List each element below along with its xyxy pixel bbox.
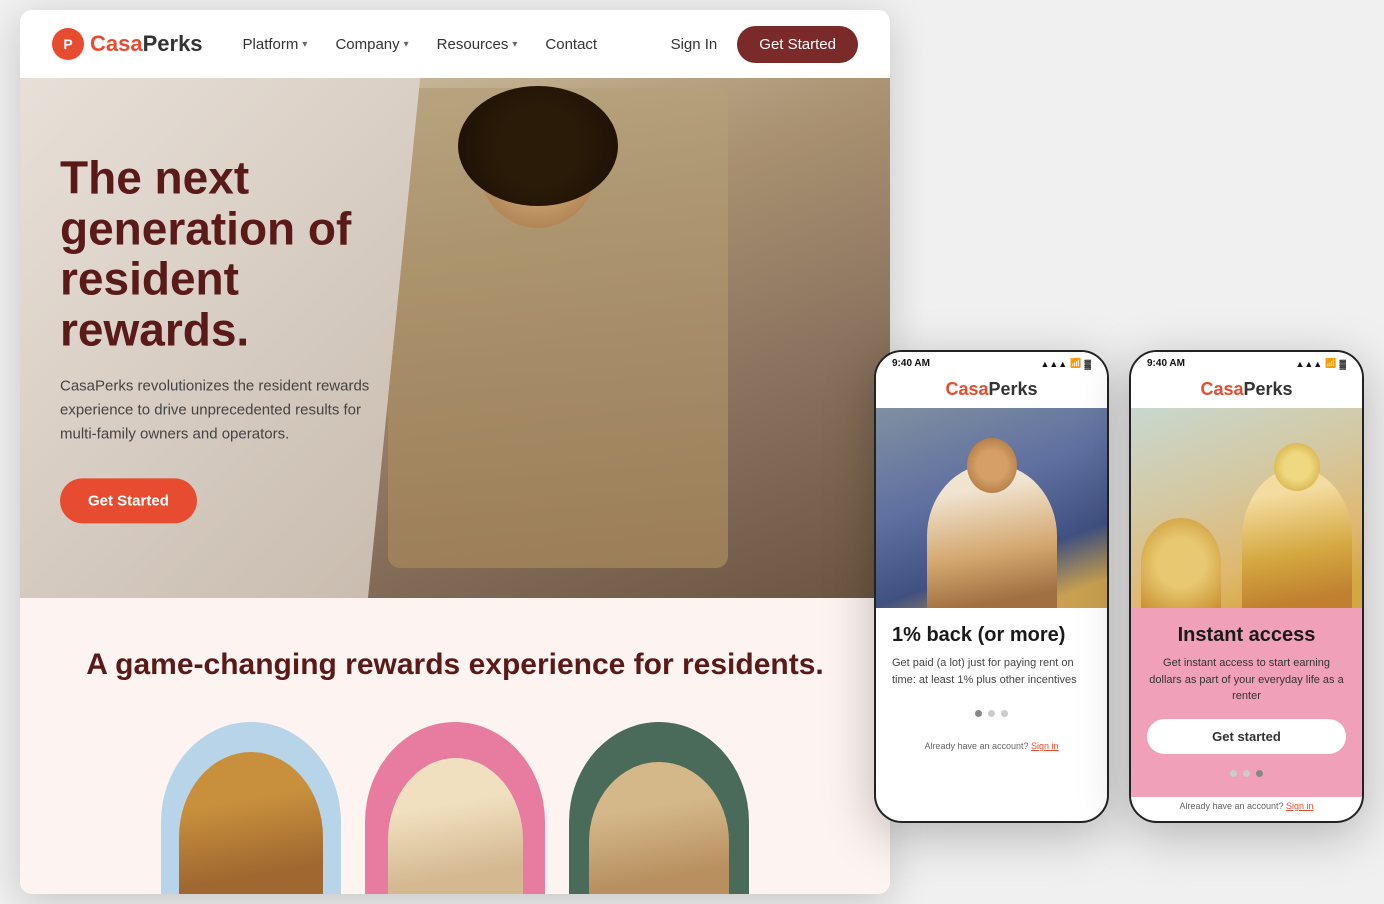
get-started-nav-button[interactable]: Get Started	[737, 26, 858, 63]
logo-text: CasaPerks	[90, 31, 203, 57]
chevron-down-icon: ▾	[404, 39, 409, 50]
hero-title: The next generation of resident rewards.	[60, 152, 440, 354]
wifi-icon: 📶	[1070, 358, 1081, 369]
chevron-down-icon: ▾	[512, 39, 517, 50]
phone-2-status-icons: ▲▲▲ 📶 ▓	[1295, 358, 1346, 369]
website-mockup: P CasaPerks Platform ▾ Company ▾ Resourc…	[20, 10, 890, 894]
signal-icon: ▲▲▲	[1040, 359, 1067, 369]
phone-1-content: 1% back (or more) Get paid (a lot) just …	[876, 608, 1107, 737]
get-started-hero-button[interactable]: Get Started	[60, 479, 197, 524]
hero-description: CasaPerks revolutionizes the resident re…	[60, 375, 380, 447]
phone-2-instant-desc: Get instant access to start earning doll…	[1147, 655, 1346, 705]
rewards-section: A game-changing rewards experience for r…	[20, 598, 890, 894]
phone-2-time: 9:40 AM	[1147, 358, 1185, 369]
phone-2-footer: Already have an account? Sign in	[1131, 797, 1362, 821]
phone-1-logo-bar: CasaPerks	[876, 373, 1107, 408]
rewards-title: A game-changing rewards experience for r…	[60, 648, 850, 682]
person-shape	[179, 752, 323, 894]
phone-2-sign-in-link[interactable]: Sign in	[1286, 801, 1314, 811]
phone-2-status-bar: 9:40 AM ▲▲▲ 📶 ▓	[1131, 352, 1362, 373]
phone-2-logo: CasaPerks	[1200, 379, 1292, 400]
signal-icon: ▲▲▲	[1295, 359, 1322, 369]
nav-company[interactable]: Company ▾	[335, 36, 408, 53]
hero-image	[368, 78, 890, 598]
phone-2-get-started-button[interactable]: Get started	[1147, 719, 1346, 754]
person-shape	[388, 758, 523, 894]
chevron-down-icon: ▾	[302, 39, 307, 50]
battery-icon: ▓	[1339, 359, 1346, 369]
phone-2-instant-section: Instant access Get instant access to sta…	[1131, 608, 1362, 797]
logo[interactable]: P CasaPerks	[52, 28, 203, 60]
person-silhouette-2	[365, 722, 545, 894]
phone-1-cashback-desc: Get paid (a lot) just for paying rent on…	[892, 655, 1091, 688]
phone-2-logo-bar: CasaPerks	[1131, 373, 1362, 408]
phone-mockup-1: 9:40 AM ▲▲▲ 📶 ▓ CasaPerks 1% back (or mo…	[874, 350, 1109, 823]
nav-actions: Sign In Get Started	[671, 26, 858, 63]
phone-2-dots	[1147, 762, 1346, 781]
dot-1	[975, 710, 982, 717]
nav-platform[interactable]: Platform ▾	[243, 36, 308, 53]
resident-card-2	[365, 722, 545, 894]
phone-1-logo: CasaPerks	[945, 379, 1037, 400]
resident-card-1	[161, 722, 341, 894]
dot-1	[1230, 770, 1237, 777]
phone-1-dots	[892, 702, 1091, 721]
phone-1-time: 9:40 AM	[892, 358, 930, 369]
nav-links: Platform ▾ Company ▾ Resources ▾ Contact	[243, 36, 671, 53]
dot-2	[1243, 770, 1250, 777]
resident-card-3	[569, 722, 749, 894]
phones-container: 9:40 AM ▲▲▲ 📶 ▓ CasaPerks 1% back (or mo…	[874, 350, 1364, 823]
person-shape	[589, 762, 729, 894]
battery-icon: ▓	[1084, 359, 1091, 369]
dot-3	[1001, 710, 1008, 717]
hero-content: The next generation of resident rewards.…	[60, 152, 440, 523]
phone-mockup-2: 9:40 AM ▲▲▲ 📶 ▓ CasaPerks Instant access	[1129, 350, 1364, 823]
sign-in-link[interactable]: Sign In	[671, 36, 718, 53]
person-silhouette-3	[569, 722, 749, 894]
nav-contact[interactable]: Contact	[545, 36, 597, 53]
phone-2-hero-image	[1131, 408, 1362, 608]
logo-icon: P	[52, 28, 84, 60]
dot-2	[988, 710, 995, 717]
phone-1-sign-in-link[interactable]: Sign in	[1031, 741, 1059, 751]
phone-1-status-icons: ▲▲▲ 📶 ▓	[1040, 358, 1091, 369]
resident-cards	[60, 722, 850, 894]
wifi-icon: 📶	[1325, 358, 1336, 369]
dot-3	[1256, 770, 1263, 777]
phone-1-status-bar: 9:40 AM ▲▲▲ 📶 ▓	[876, 352, 1107, 373]
navbar: P CasaPerks Platform ▾ Company ▾ Resourc…	[20, 10, 890, 78]
phone-1-hero-image	[876, 408, 1107, 608]
person-silhouette-1	[161, 722, 341, 894]
phone-1-cashback-title: 1% back (or more)	[892, 624, 1091, 647]
hero-section: The next generation of resident rewards.…	[20, 78, 890, 598]
phone-2-instant-title: Instant access	[1147, 624, 1346, 647]
nav-resources[interactable]: Resources ▾	[437, 36, 518, 53]
phone-1-footer: Already have an account? Sign in	[876, 737, 1107, 761]
